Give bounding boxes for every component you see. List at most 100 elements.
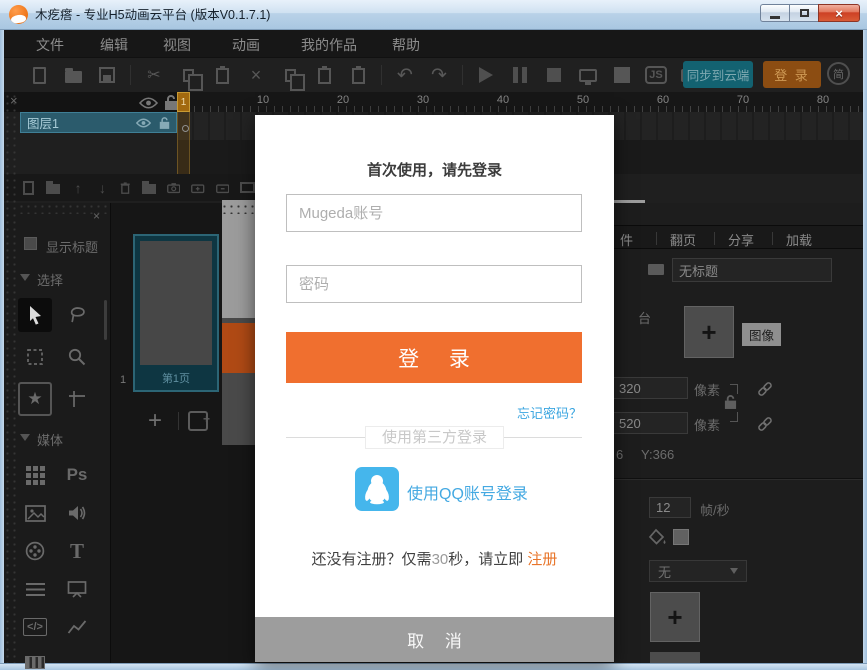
show-title-checkbox[interactable] xyxy=(24,237,37,250)
select-tool[interactable] xyxy=(18,298,52,332)
maximize-button[interactable] xyxy=(789,4,818,22)
login-button[interactable]: 登 录 xyxy=(286,332,582,383)
code-tool[interactable]: </> xyxy=(18,610,52,644)
select-section-arrow-icon[interactable] xyxy=(20,274,30,281)
delete-layer-icon[interactable] xyxy=(120,180,130,196)
close-button[interactable]: × xyxy=(818,4,860,22)
save-icon[interactable] xyxy=(96,64,118,86)
zoom-tool[interactable] xyxy=(60,340,94,374)
js-icon[interactable]: JS xyxy=(645,64,667,86)
account-input[interactable] xyxy=(286,194,582,232)
width-link-icon[interactable] xyxy=(756,380,774,398)
stage-height-input[interactable] xyxy=(612,412,688,434)
menu-my-works[interactable]: 我的作品 xyxy=(301,35,357,55)
tab-event-partial[interactable]: 件 xyxy=(620,230,633,249)
cancel-button[interactable]: 取 消 xyxy=(255,617,614,662)
preview-monitor-icon[interactable] xyxy=(240,179,255,197)
timeline-ruler[interactable]: 10 20 30 40 50 60 70 80 xyxy=(178,92,862,112)
components-tool[interactable] xyxy=(18,458,52,492)
tools-scrollbar[interactable] xyxy=(104,300,107,340)
layer-row[interactable]: 图层1 xyxy=(20,112,177,133)
minimize-button[interactable] xyxy=(760,4,789,22)
menu-view[interactable]: 视图 xyxy=(163,35,191,55)
play-icon[interactable] xyxy=(475,64,497,86)
undo-icon[interactable]: ↶ xyxy=(394,64,416,86)
copy-icon[interactable] xyxy=(177,64,199,86)
language-toggle-icon[interactable]: 简 xyxy=(827,62,850,85)
tools-panel-close-icon[interactable]: × xyxy=(93,209,100,223)
tab-load[interactable]: 加载 xyxy=(786,230,812,249)
remove-keyframe-icon[interactable] xyxy=(216,181,229,195)
presentation-tool[interactable] xyxy=(60,572,94,606)
pause-icon[interactable] xyxy=(509,64,531,86)
background-color-swatch[interactable] xyxy=(673,529,689,545)
playhead[interactable]: 1 xyxy=(177,92,190,112)
title-bar[interactable]: 木疙瘩 - 专业H5动画云平台 (版本V0.1.7.1) × xyxy=(0,0,867,30)
add-keyframe-icon[interactable] xyxy=(191,181,204,195)
document-title-input[interactable] xyxy=(672,258,832,282)
password-input[interactable] xyxy=(286,265,582,303)
filmstrip-tool[interactable] xyxy=(18,645,52,670)
video-tool[interactable] xyxy=(18,534,52,568)
lock-column-icon[interactable] xyxy=(164,94,178,111)
move-down-icon[interactable]: ↓ xyxy=(96,179,109,197)
fps-input[interactable] xyxy=(649,497,691,518)
aspect-lock-icon[interactable] xyxy=(724,394,737,410)
symbol-tool[interactable]: ★ xyxy=(18,382,52,416)
paragraph-tool[interactable] xyxy=(18,572,52,606)
menu-animation[interactable]: 动画 xyxy=(232,35,260,55)
transform-tool[interactable] xyxy=(18,340,52,374)
group-icon[interactable] xyxy=(142,179,156,197)
add-page-template-button[interactable] xyxy=(188,411,208,431)
qrcode-icon[interactable] xyxy=(611,64,633,86)
preview-icon[interactable] xyxy=(577,64,599,86)
delete-icon[interactable]: × xyxy=(245,64,267,86)
paste-icon[interactable] xyxy=(211,64,233,86)
effect-dropdown[interactable]: 无 xyxy=(649,560,747,582)
menu-file[interactable]: 文件 xyxy=(36,35,64,55)
clipboard-import-icon[interactable] xyxy=(313,64,335,86)
media-section-arrow-icon[interactable] xyxy=(20,434,30,441)
snapshot-icon[interactable] xyxy=(167,181,180,195)
image-tool[interactable] xyxy=(18,496,52,530)
qq-login-link[interactable]: 使用QQ账号登录 xyxy=(407,480,528,504)
register-link[interactable]: 注册 xyxy=(527,551,557,568)
paint-bucket-icon[interactable] xyxy=(648,528,667,546)
qq-icon[interactable] xyxy=(355,467,399,511)
audio-tool[interactable] xyxy=(60,496,94,530)
clipboard-export-icon[interactable] xyxy=(347,64,369,86)
visibility-column-icon[interactable] xyxy=(139,97,158,109)
layer-folder-icon[interactable] xyxy=(46,179,60,197)
tab-share[interactable]: 分享 xyxy=(728,230,754,249)
menu-edit[interactable]: 编辑 xyxy=(100,35,128,55)
toolbar-login-button[interactable]: 登 录 xyxy=(763,61,821,88)
add-stage-image-button[interactable]: + xyxy=(684,306,734,358)
add-page-button[interactable]: + xyxy=(142,408,168,434)
stage-width-input[interactable] xyxy=(612,377,688,399)
layer-visibility-icon[interactable] xyxy=(136,118,151,128)
chart-tool[interactable] xyxy=(60,610,94,644)
add-layer-icon[interactable] xyxy=(22,179,35,197)
guides-tool[interactable] xyxy=(60,382,94,416)
photoshop-import-tool[interactable]: Ps xyxy=(60,458,94,492)
height-link-icon[interactable] xyxy=(756,415,774,433)
move-up-icon[interactable]: ↑ xyxy=(71,179,84,197)
keyframe-marker[interactable] xyxy=(182,125,189,132)
text-tool[interactable]: T xyxy=(60,534,94,568)
page-thumbnail[interactable]: 第1页 xyxy=(133,234,219,392)
stage-object[interactable] xyxy=(222,323,258,373)
tab-flip[interactable]: 翻页 xyxy=(670,230,696,249)
cut-icon[interactable]: ✂ xyxy=(143,64,165,86)
lasso-tool[interactable] xyxy=(60,298,94,332)
add-item-button-partial[interactable] xyxy=(650,652,700,663)
open-file-icon[interactable] xyxy=(62,64,84,86)
duplicate-icon[interactable] xyxy=(279,64,301,86)
add-cover-button[interactable]: + xyxy=(650,592,700,642)
stop-icon[interactable] xyxy=(543,64,565,86)
forgot-password-link[interactable]: 忘记密码？ xyxy=(517,403,582,422)
layer-lock-icon[interactable] xyxy=(159,116,170,130)
new-file-icon[interactable] xyxy=(28,64,50,86)
menu-help[interactable]: 帮助 xyxy=(392,35,420,55)
redo-icon[interactable]: ↷ xyxy=(428,64,450,86)
sync-to-cloud-button[interactable]: 同步到云端 xyxy=(683,61,753,88)
